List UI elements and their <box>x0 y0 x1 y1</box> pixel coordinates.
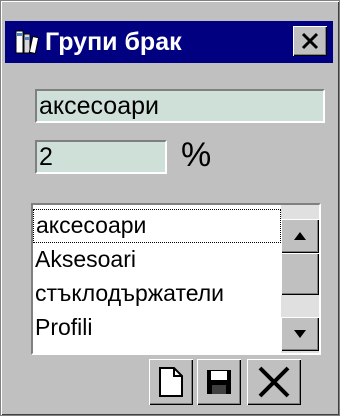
title-bar[interactable]: Групи брак <box>5 21 333 63</box>
save-disk-icon <box>207 370 231 394</box>
window: Групи брак аксесоари 2 % аксесоари Akses… <box>0 0 340 416</box>
scroll-thumb[interactable] <box>281 253 319 295</box>
list-item[interactable]: Profili <box>33 311 281 345</box>
delete-button[interactable] <box>247 359 301 405</box>
window-title: Групи брак <box>45 28 182 56</box>
close-button[interactable] <box>293 26 327 56</box>
arrow-up-icon <box>294 232 306 240</box>
close-icon <box>301 32 319 50</box>
new-button[interactable] <box>149 359 193 405</box>
percent-field[interactable]: 2 <box>35 140 167 174</box>
list-item[interactable]: стъклодържатели <box>33 277 281 311</box>
list-items: аксесоари Aksesoari стъклодържатели Prof… <box>33 209 281 345</box>
list-item[interactable]: аксесоари <box>33 209 281 243</box>
scroll-up-button[interactable] <box>281 219 319 253</box>
books-icon <box>15 30 39 55</box>
list-item[interactable]: Aksesoari <box>33 243 281 277</box>
save-button[interactable] <box>197 359 241 405</box>
group-listbox[interactable]: аксесоари Aksesoari стъклодържатели Prof… <box>31 203 321 355</box>
name-field[interactable]: аксесоари <box>35 89 325 123</box>
arrow-down-icon <box>294 330 306 338</box>
scroll-down-button[interactable] <box>281 317 319 351</box>
percent-label: % <box>181 136 212 174</box>
delete-x-icon <box>258 366 290 398</box>
vertical-scrollbar[interactable] <box>281 205 319 353</box>
new-document-icon <box>159 367 183 397</box>
